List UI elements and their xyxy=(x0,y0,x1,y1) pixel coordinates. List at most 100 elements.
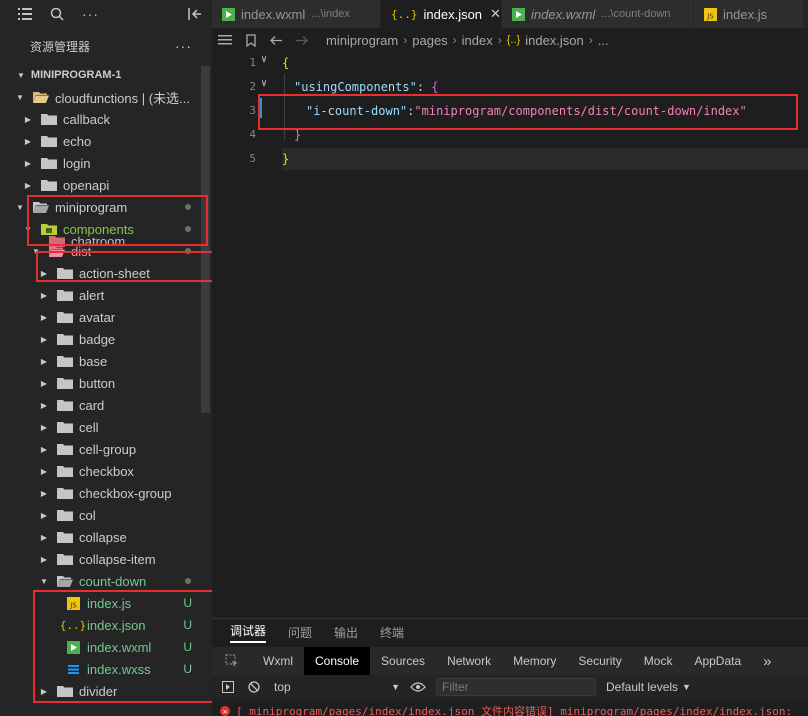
tab-output[interactable]: 输出 xyxy=(334,624,358,641)
tree-item[interactable]: JS index.js U xyxy=(0,592,212,614)
breadcrumb-item-index[interactable]: index xyxy=(462,33,493,48)
chevron-right-icon[interactable]: ▶ xyxy=(39,466,49,476)
panel-tab-sources[interactable]: Sources xyxy=(370,647,436,675)
breadcrumb-item-more[interactable]: ... xyxy=(598,33,609,48)
close-icon[interactable]: ✕ xyxy=(490,6,501,22)
tree-item[interactable]: {..} index.json U xyxy=(0,614,212,636)
chevron-right-icon[interactable]: ▶ xyxy=(23,180,33,190)
chevron-right-icon[interactable]: ▶ xyxy=(39,422,49,432)
console-filter-input[interactable] xyxy=(436,678,596,696)
chevron-right-icon[interactable]: ▶ xyxy=(39,532,49,542)
console-error-message[interactable]: ✕ [ miniprogram/pages/index/index.json 文… xyxy=(212,703,808,716)
panel-tab-appdata[interactable]: AppData xyxy=(683,647,752,675)
js-file-icon: JS xyxy=(65,596,81,610)
fold-chevron-icon[interactable]: ∨ xyxy=(261,54,267,65)
chevron-right-icon[interactable]: ▶ xyxy=(39,290,49,300)
chevron-right-icon[interactable]: ▶ xyxy=(23,114,33,124)
tree-item[interactable]: ▶ collapse-item xyxy=(0,548,212,570)
tree-item[interactable]: ▶ checkbox xyxy=(0,460,212,482)
tree-item[interactable]: ▶ callback xyxy=(0,108,212,130)
chevron-right-icon[interactable]: ▶ xyxy=(39,488,49,498)
back-arrow-icon[interactable] xyxy=(270,35,283,46)
more-actions-icon[interactable]: ··· xyxy=(82,6,99,22)
tree-item[interactable]: ▶ col xyxy=(0,504,212,526)
menu-icon[interactable] xyxy=(18,8,32,20)
forward-arrow-icon[interactable] xyxy=(295,35,308,46)
chevron-down-icon[interactable]: ▼ xyxy=(31,246,41,256)
chevron-right-icon[interactable]: ▶ xyxy=(39,312,49,322)
panel-tab-console[interactable]: Console xyxy=(304,647,371,675)
tree-item[interactable]: ▶ divider xyxy=(0,680,212,702)
code-editor[interactable]: 1 ∨ { 2 ∨ "usingComponents": { 3 "i-coun… xyxy=(212,52,808,612)
breadcrumb-item-miniprogram[interactable]: miniprogram xyxy=(326,33,398,48)
tree-item[interactable]: ▼ cloudfunctions | (未选... xyxy=(0,86,212,108)
panel-tab-mock[interactable]: Mock xyxy=(633,647,684,675)
tree-item-label: index.js xyxy=(87,595,132,611)
panel-tab-memory[interactable]: Memory xyxy=(502,647,567,675)
log-levels-select[interactable]: Default levels ▼ xyxy=(606,680,691,694)
list-icon[interactable] xyxy=(218,34,232,46)
breadcrumb-item-pages[interactable]: pages xyxy=(412,33,447,48)
tree-item[interactable]: ▼ miniprogram xyxy=(0,196,212,218)
tree-item[interactable]: ▼ dist xyxy=(0,240,212,262)
clear-console-icon[interactable] xyxy=(248,681,260,693)
tab-index-json[interactable]: {..} index.json ✕ xyxy=(381,0,502,28)
explorer-more-button[interactable]: ··· xyxy=(175,38,192,54)
panel-tab-wxml[interactable]: Wxml xyxy=(252,647,304,675)
chevron-right-icon[interactable]: ▶ xyxy=(23,136,33,146)
bookmark-icon[interactable] xyxy=(246,33,256,47)
tree-item[interactable]: ▶ card xyxy=(0,394,212,416)
tab-problems[interactable]: 问题 xyxy=(288,624,312,641)
tab-index-js[interactable]: JS index.js xyxy=(694,0,804,28)
chevron-right-icon[interactable]: ▶ xyxy=(39,554,49,564)
chevron-right-icon[interactable]: ▶ xyxy=(39,510,49,520)
workspace-root[interactable]: ▼ MINIPROGRAM-1 xyxy=(0,64,212,86)
chevron-right-icon[interactable]: ▶ xyxy=(23,158,33,168)
tree-item[interactable]: ▶ cell-group xyxy=(0,438,212,460)
chevron-right-icon[interactable]: ▶ xyxy=(39,686,49,696)
context-select[interactable]: top ▼ xyxy=(274,680,404,694)
tree-item[interactable]: ▶ checkbox-group xyxy=(0,482,212,504)
tree-item[interactable]: ▶ badge xyxy=(0,328,212,350)
tab-index-wxml[interactable]: index.wxml ...\index xyxy=(212,0,381,28)
chevron-right-icon[interactable]: ▶ xyxy=(39,268,49,278)
chevron-right-icon[interactable]: ▶ xyxy=(39,334,49,344)
sidebar-scrollbar[interactable] xyxy=(201,66,210,413)
panel-tab-security[interactable]: Security xyxy=(567,647,632,675)
tree-item[interactable]: index.wxss U xyxy=(0,658,212,680)
sidebar-toggle-icon[interactable] xyxy=(222,681,234,693)
tree-item[interactable]: ▶ avatar xyxy=(0,306,212,328)
chevron-right-icon[interactable]: ▶ xyxy=(39,444,49,454)
tree-item[interactable]: ▶ collapse xyxy=(0,526,212,548)
tree-item-label: miniprogram xyxy=(55,199,128,215)
chevron-right-icon[interactable]: ▶ xyxy=(39,378,49,388)
breadcrumb-item-file[interactable]: index.json xyxy=(525,33,584,48)
chevron-down-icon[interactable]: ▼ xyxy=(15,202,25,212)
inspect-element-icon[interactable] xyxy=(212,654,252,668)
tree-item[interactable]: ▶ action-sheet xyxy=(0,262,212,284)
tree-item[interactable]: ▶ base xyxy=(0,350,212,372)
tab-debugger[interactable]: 调试器 xyxy=(230,622,267,643)
tree-item[interactable]: index.wxml U xyxy=(0,636,212,658)
collapse-sidebar-icon[interactable] xyxy=(184,0,206,28)
fold-chevron-icon[interactable]: ∨ xyxy=(261,78,267,89)
tree-item[interactable]: ▶ openapi xyxy=(0,174,212,196)
tree-item[interactable]: ▶ echo xyxy=(0,130,212,152)
chevron-down-icon[interactable]: ▼ xyxy=(15,92,25,102)
panel-tab-network[interactable]: Network xyxy=(436,647,502,675)
eye-icon[interactable] xyxy=(410,682,426,692)
tab-terminal[interactable]: 终端 xyxy=(380,624,404,641)
chevron-right-icon[interactable]: ▶ xyxy=(39,356,49,366)
folder-icon xyxy=(57,464,73,478)
search-icon[interactable] xyxy=(50,7,64,21)
chevron-down-icon[interactable]: ▼ xyxy=(39,576,49,586)
tree-item[interactable]: ▶ cell xyxy=(0,416,212,438)
tab-index-wxml[interactable]: index.wxml ...\count-down xyxy=(502,0,694,28)
more-panels-button[interactable]: » xyxy=(752,647,782,675)
chevron-right-icon[interactable]: ▶ xyxy=(39,400,49,410)
tree-item[interactable]: ▼ count-down xyxy=(0,570,212,592)
tree-item[interactable]: ▶ button xyxy=(0,372,212,394)
tree-item[interactable]: ▶ alert xyxy=(0,284,212,306)
tree-item[interactable]: ▶ login xyxy=(0,152,212,174)
